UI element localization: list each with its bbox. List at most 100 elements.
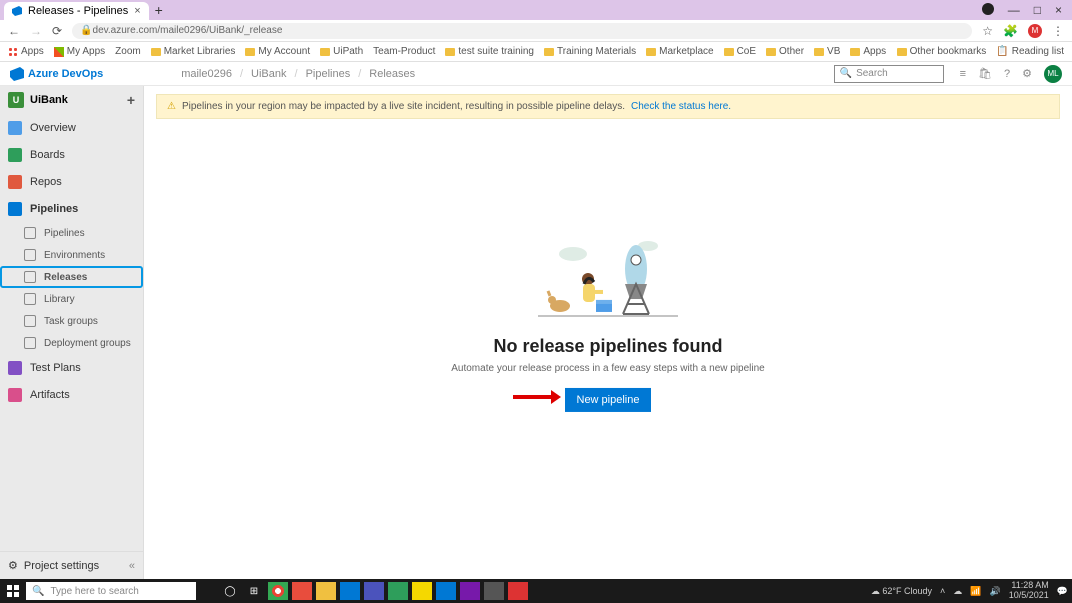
bookmark-item[interactable]: UiPath — [320, 46, 363, 57]
sidebar-item-environments[interactable]: Environments — [0, 244, 143, 266]
filter-icon[interactable]: ≡ — [960, 68, 966, 80]
menu-icon[interactable]: ⋮ — [1052, 24, 1064, 38]
crumb[interactable]: UiBank — [251, 68, 286, 80]
sidebar-item-pipelines[interactable]: Pipelines — [0, 222, 143, 244]
back-icon[interactable]: ← — [8, 24, 20, 38]
bookmark-item[interactable]: Other — [766, 46, 804, 57]
bookmark-item[interactable]: VB — [814, 46, 840, 57]
weather-widget[interactable]: ☁ 62°F Cloudy — [871, 586, 932, 597]
sidebar-item-overview[interactable]: Overview — [0, 114, 143, 141]
close-window-icon[interactable]: × — [1055, 3, 1062, 17]
sidebar-item-label: Environments — [44, 250, 105, 261]
bookmark-item[interactable]: Marketplace — [646, 46, 713, 57]
profile-badge[interactable]: M — [1028, 24, 1042, 38]
minimize-icon[interactable]: — — [1008, 3, 1020, 17]
sidebar-item-pipelines[interactable]: Pipelines — [0, 195, 143, 222]
sound-icon[interactable]: 🔊 — [990, 586, 1001, 597]
reload-icon[interactable]: ⟳ — [52, 24, 62, 38]
add-icon[interactable]: + — [127, 92, 135, 108]
empty-subtitle: Automate your release process in a few e… — [398, 362, 818, 373]
search-input[interactable]: 🔍 Search — [834, 65, 944, 83]
sidebar-item-label: Releases — [44, 272, 87, 283]
sidebar-item-test-plans[interactable]: Test Plans — [0, 354, 143, 381]
address-bar: ← → ⟳ 🔒 dev.azure.com/maile0296/UiBank/_… — [0, 20, 1072, 42]
azure-devops-logo[interactable]: Azure DevOps — [10, 67, 103, 81]
star-icon[interactable]: ☆ — [982, 24, 993, 38]
app-icon[interactable] — [436, 582, 456, 600]
app-icon[interactable] — [292, 582, 312, 600]
bookmark-item[interactable]: Team-Product — [373, 46, 435, 57]
browser-tab[interactable]: Releases - Pipelines × — [4, 2, 149, 20]
marketplace-icon[interactable]: 🛍 — [978, 67, 992, 80]
avatar[interactable]: ML — [1044, 65, 1062, 83]
search-placeholder: Search — [856, 68, 888, 79]
onenote-icon[interactable] — [460, 582, 480, 600]
clock[interactable]: 11:28 AM 10/5/2021 — [1009, 581, 1049, 601]
sidebar-item-library[interactable]: Library — [0, 288, 143, 310]
extension-icon[interactable]: 🧩 — [1003, 24, 1018, 38]
outlook-icon[interactable] — [340, 582, 360, 600]
new-pipeline-button[interactable]: New pipeline — [565, 387, 652, 411]
banner-link[interactable]: Check the status here. — [631, 101, 731, 112]
close-icon[interactable]: × — [134, 5, 140, 17]
bookmark-item[interactable]: CoE — [724, 46, 756, 57]
task-view-icon[interactable]: ◯ — [220, 582, 240, 600]
tray-chevron-icon[interactable]: ˄ — [940, 586, 945, 596]
sidebar-item-task-groups[interactable]: Task groups — [0, 310, 143, 332]
reading-list[interactable]: 📋Reading list — [996, 46, 1064, 57]
sidebar-item-repos[interactable]: Repos — [0, 168, 143, 195]
maximize-icon[interactable]: □ — [1034, 3, 1041, 17]
taskbar-search-placeholder: Type here to search — [50, 586, 138, 597]
settings-icon[interactable]: ⚙ — [1022, 67, 1032, 80]
empty-illustration — [528, 223, 688, 323]
list-icon: 📋 — [996, 46, 1008, 57]
lock-icon: 🔒 — [80, 25, 92, 36]
explorer-icon[interactable] — [316, 582, 336, 600]
help-icon[interactable]: ? — [1004, 68, 1010, 80]
record-icon[interactable] — [982, 3, 994, 15]
nav-sub-icon — [24, 249, 36, 261]
bookmark-item[interactable]: My Apps — [54, 46, 105, 57]
nav-sub-icon — [24, 293, 36, 305]
project-settings-link[interactable]: ⚙ Project settings « — [0, 551, 143, 579]
bookmark-item[interactable]: Market Libraries — [151, 46, 236, 57]
sidebar-item-artifacts[interactable]: Artifacts — [0, 381, 143, 408]
collapse-icon[interactable]: « — [129, 560, 135, 572]
other-bookmarks[interactable]: Other bookmarks — [897, 46, 987, 57]
taskbar-search[interactable]: 🔍 Type here to search — [26, 582, 196, 600]
notes-icon[interactable] — [412, 582, 432, 600]
app-icon[interactable] — [508, 582, 528, 600]
tab-title: Releases - Pipelines — [28, 5, 128, 17]
sidebar-item-deployment-groups[interactable]: Deployment groups — [0, 332, 143, 354]
crumb[interactable]: Pipelines — [306, 68, 351, 80]
onedrive-icon[interactable]: ☁ — [953, 586, 962, 597]
app-icon[interactable] — [484, 582, 504, 600]
sidebar-item-releases[interactable]: Releases — [0, 266, 143, 288]
crumb[interactable]: maile0296 — [181, 68, 232, 80]
teams-icon[interactable] — [364, 582, 384, 600]
windows-taskbar: 🔍 Type here to search ◯ ⊞ ☁ 62°F Cloudy … — [0, 579, 1072, 603]
notifications-icon[interactable]: 💬 — [1057, 586, 1068, 597]
cortana-icon[interactable]: ⊞ — [244, 582, 264, 600]
bookmark-item[interactable]: test suite training — [445, 46, 534, 57]
bookmark-item[interactable]: Training Materials — [544, 46, 636, 57]
start-button[interactable] — [4, 582, 22, 600]
url-input[interactable]: 🔒 dev.azure.com/maile0296/UiBank/_releas… — [72, 23, 972, 39]
crumb[interactable]: Releases — [369, 68, 415, 80]
bookmark-item[interactable]: Zoom — [115, 46, 141, 57]
project-name: UiBank — [30, 94, 68, 106]
bookmark-item[interactable]: My Account — [245, 46, 310, 57]
project-header[interactable]: U UiBank + — [0, 86, 143, 114]
new-tab-button[interactable]: + — [149, 2, 169, 18]
sidebar-item-label: Artifacts — [30, 389, 70, 401]
forward-icon[interactable]: → — [30, 24, 42, 38]
chrome-icon[interactable] — [268, 582, 288, 600]
app-icon[interactable] — [388, 582, 408, 600]
sidebar-item-boards[interactable]: Boards — [0, 141, 143, 168]
sidebar-item-label: Task groups — [44, 316, 98, 327]
wifi-icon[interactable]: 📶 — [970, 586, 981, 597]
bookmark-apps[interactable]: Apps — [8, 46, 44, 57]
bookmark-item[interactable]: Apps — [850, 46, 886, 57]
warning-icon: ⚠ — [167, 101, 176, 112]
nav-icon — [8, 121, 22, 135]
